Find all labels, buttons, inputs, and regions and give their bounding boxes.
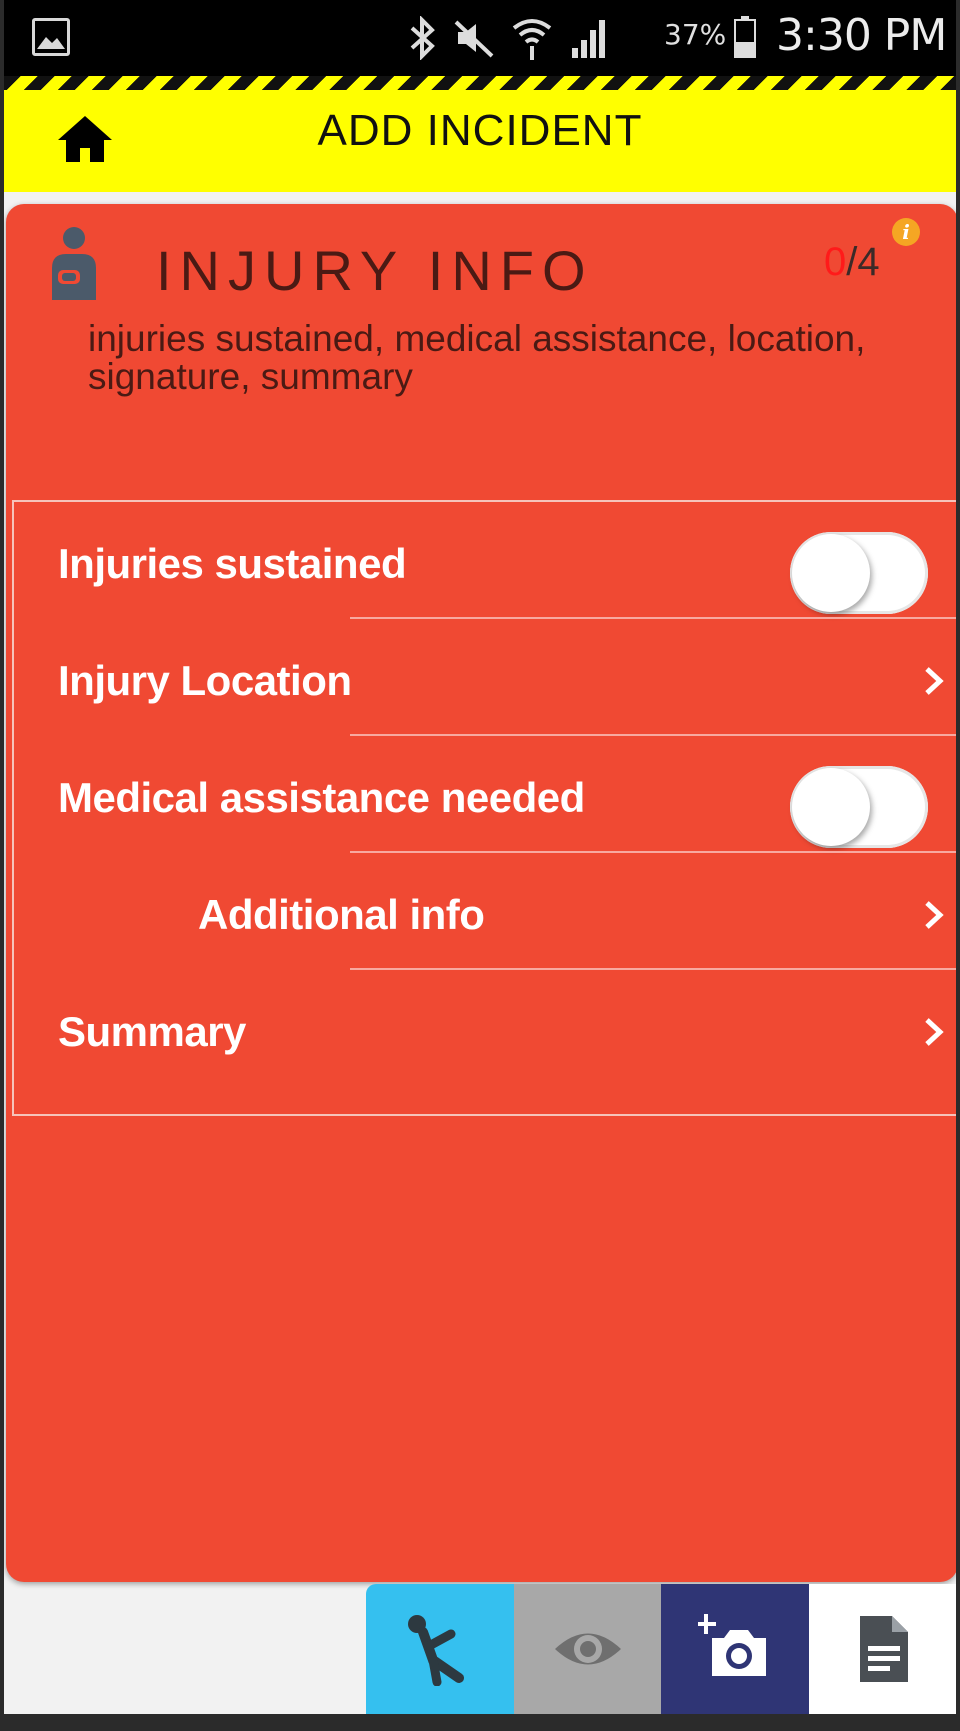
toggle-knob [792,768,870,846]
toggle-knob [792,534,870,612]
bottom-tab-bar [366,1584,956,1714]
falling-person-icon [408,1615,464,1686]
progress-counter: 0/4 [824,240,880,285]
row-summary[interactable]: Summary [14,970,956,1087]
tab-fall[interactable] [366,1584,514,1714]
status-time: 3:30 PM [776,10,947,61]
injury-info-card: i INJURY INFO 0/4 injuries sustained, me… [6,204,956,1582]
signal-icon [572,20,605,58]
card-title: INJURY INFO [156,239,594,302]
chevron-right-icon [925,901,944,929]
info-icon[interactable]: i [892,218,920,246]
progress-total: /4 [846,240,880,284]
battery-percent: 37% [664,18,727,51]
battery-icon [734,16,756,58]
row-injury-location[interactable]: Injury Location [14,619,956,736]
row-label: Additional info [198,891,485,938]
app-screen: 37% 3:30 PM ADD INCIDENT i INJURY INFO 0… [4,0,956,1731]
progress-done: 0 [824,240,847,284]
row-label: Medical assistance needed [58,774,585,821]
row-label: Summary [58,1008,246,1055]
gallery-notification-icon [32,18,70,56]
eye-icon [554,1633,621,1665]
injury-options-list: Injuries sustained Injury Location Medic… [12,500,956,1116]
bluetooth-icon [410,16,435,60]
page-title: ADD INCIDENT [317,106,643,155]
row-label: Injury Location [58,657,352,704]
tab-view[interactable] [513,1584,661,1714]
navigation-bar [4,1714,956,1731]
medical-assistance-toggle[interactable] [790,766,928,848]
mute-icon [454,20,494,58]
add-photo-icon [698,1614,766,1676]
row-medical-assistance[interactable]: Medical assistance needed [14,736,956,853]
row-additional-info[interactable]: Additional info [14,853,956,970]
row-label: Injuries sustained [58,540,407,587]
row-injuries-sustained[interactable]: Injuries sustained [14,502,956,619]
app-header: ADD INCIDENT [4,76,956,192]
document-icon [859,1616,908,1682]
status-icons [408,12,612,64]
tab-add-photo[interactable] [661,1584,809,1714]
card-description: injuries sustained, medical assistance, … [88,318,866,397]
tab-document[interactable] [808,1584,956,1714]
injured-person-icon [52,227,96,300]
wifi-icon [512,19,552,60]
status-bar: 37% 3:30 PM [4,0,956,76]
chevron-right-icon [925,667,944,695]
chevron-right-icon [925,1018,944,1046]
hazard-stripe [4,76,956,90]
injuries-sustained-toggle[interactable] [790,532,928,614]
